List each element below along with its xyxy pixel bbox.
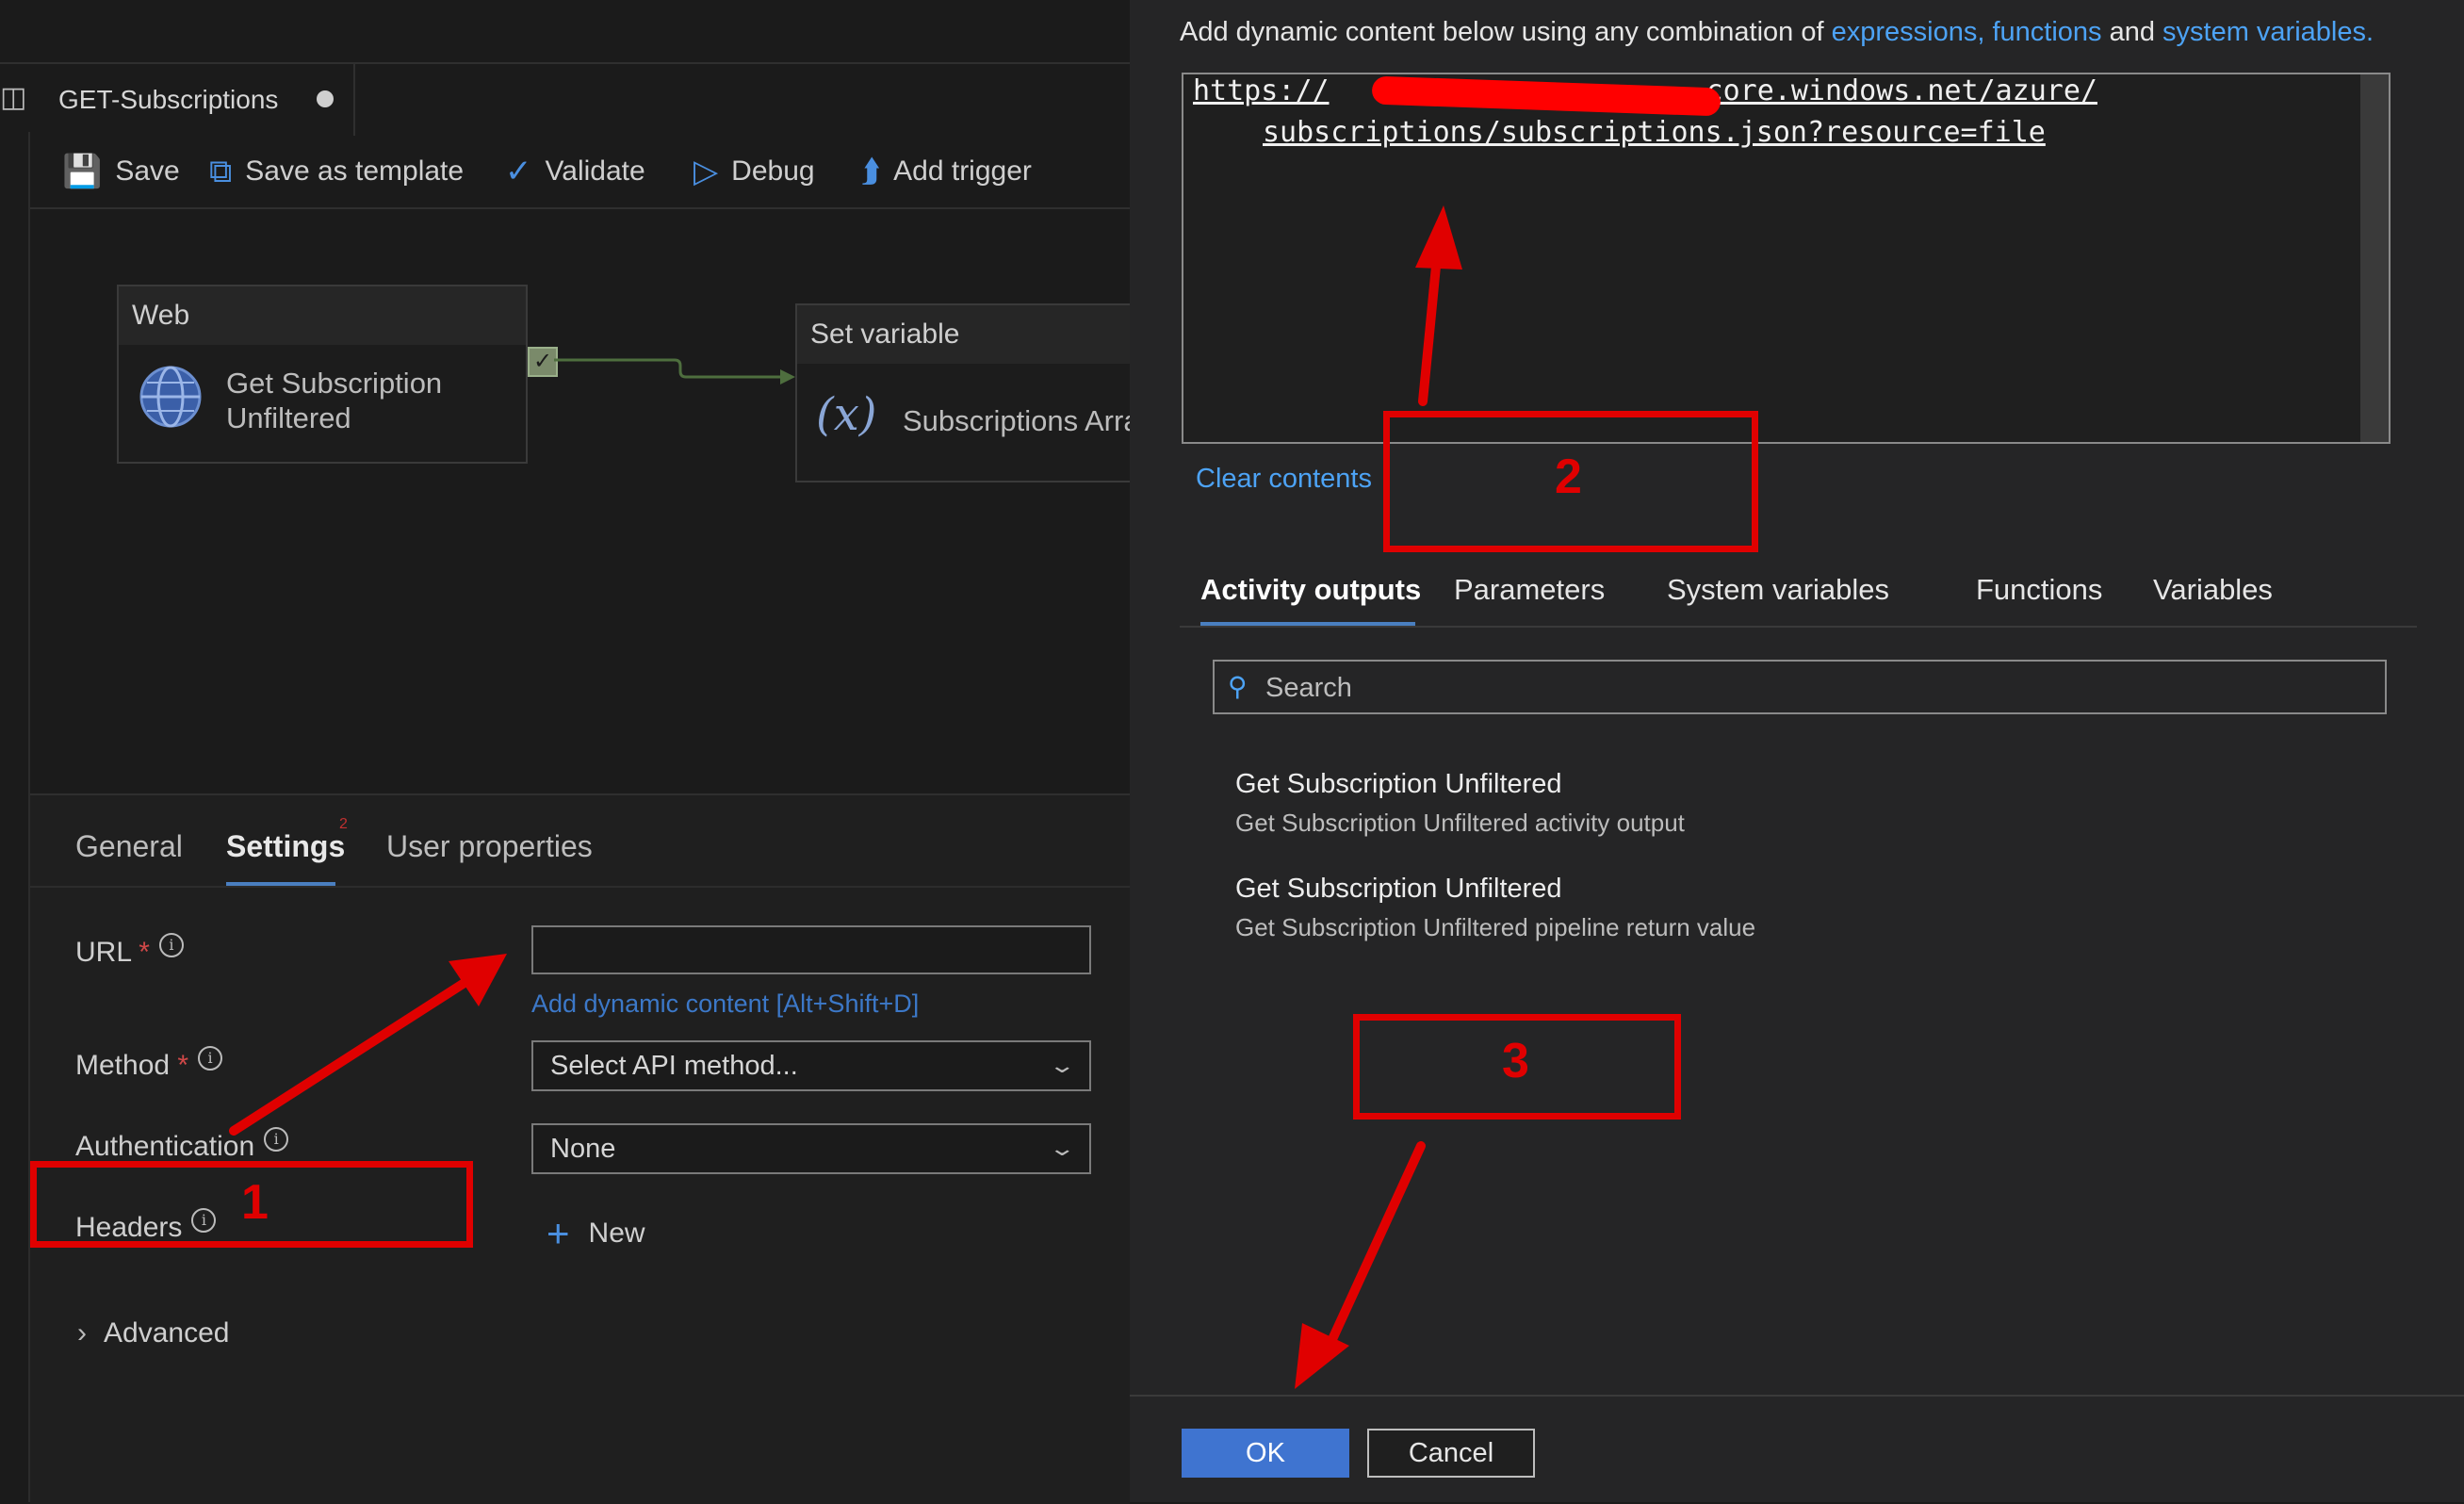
authentication-dropdown-value: None <box>550 1133 616 1164</box>
pipeline-editor-pane: ◫ GET-Subscriptions 💾 Save ⧉ Save as tem… <box>0 0 1140 1504</box>
tabs-divider <box>30 886 1130 888</box>
method-dropdown[interactable]: Select API method... ⌄ <box>531 1040 1091 1091</box>
web-activity-name: Get Subscription Unfiltered <box>226 366 442 435</box>
authentication-label-text: Authentication <box>75 1131 255 1162</box>
chevron-down-icon: ⌄ <box>1048 1054 1076 1077</box>
pipeline-toolbar: 💾 Save ⧉ Save as template ✓ Validate ▷ D… <box>28 136 1130 209</box>
annotation-number-1: 1 <box>241 1175 269 1230</box>
url-host-suffix-text: .core.windows.net/azure/ <box>1689 74 2097 107</box>
add-trigger-label: Add trigger <box>893 155 1032 187</box>
advanced-expander[interactable]: › Advanced <box>77 1317 229 1349</box>
url-prefix-text: https:// <box>1193 74 1330 107</box>
tab-functions[interactable]: Functions <box>1976 573 2102 607</box>
add-trigger-button[interactable]: ⮭ Add trigger <box>861 149 1032 194</box>
authentication-dropdown[interactable]: None ⌄ <box>531 1123 1091 1174</box>
save-as-template-button[interactable]: ⧉ Save as template <box>209 149 464 194</box>
settings-error-badge: 2 <box>339 816 348 832</box>
active-tab-indicator <box>226 882 335 886</box>
pipeline-icon: ◫ <box>0 82 27 113</box>
activity-output-item-title[interactable]: Get Subscription Unfiltered <box>1235 874 1562 905</box>
dialog-footer-divider <box>1130 1395 2464 1397</box>
debug-button[interactable]: ▷ Debug <box>694 149 815 194</box>
validate-button[interactable]: ✓ Validate <box>505 149 645 194</box>
intro-prefix: Add dynamic content below using any comb… <box>1180 17 1832 47</box>
validate-label: Validate <box>545 155 645 187</box>
url-input[interactable] <box>531 925 1091 974</box>
web-activity-type: Web <box>119 286 526 345</box>
pipeline-tab-label: GET-Subscriptions <box>58 85 279 114</box>
cancel-button[interactable]: Cancel <box>1367 1429 1535 1478</box>
dynamic-content-dialog: Add dynamic content below using any comb… <box>1130 0 2464 1502</box>
method-label-text: Method <box>75 1050 171 1081</box>
method-label: Method * i <box>75 1046 223 1082</box>
system-variables-link[interactable]: system variables. <box>2162 17 2374 47</box>
annotation-number-3: 3 <box>1502 1034 1529 1088</box>
play-icon: ▷ <box>694 154 719 189</box>
annotation-number-2: 2 <box>1555 450 1582 504</box>
expressions-functions-link[interactable]: expressions, functions <box>1832 17 2102 47</box>
chevron-right-icon: › <box>77 1317 87 1349</box>
new-header-label: New <box>588 1218 645 1249</box>
new-header-button[interactable]: + New <box>547 1211 645 1255</box>
clear-contents-link[interactable]: Clear contents <box>1196 464 1372 495</box>
save-label: Save <box>115 155 180 187</box>
url-label-text: URL <box>75 937 131 968</box>
method-dropdown-value: Select API method... <box>550 1050 798 1081</box>
required-asterisk: * <box>139 937 150 968</box>
tab-system-variables[interactable]: System variables <box>1667 573 1889 607</box>
save-icon: 💾 <box>62 154 103 189</box>
info-icon[interactable]: i <box>158 933 184 957</box>
variable-x-icon: (x) <box>816 388 877 441</box>
editor-scrollbar[interactable] <box>2360 74 2389 442</box>
authentication-label: Authentication i <box>75 1127 289 1163</box>
debug-label: Debug <box>731 155 815 187</box>
tab-parameters[interactable]: Parameters <box>1454 573 1605 607</box>
save-button[interactable]: 💾 Save <box>62 149 180 194</box>
web-activity-node[interactable]: Web Get Subscription Unfiltered <box>117 285 528 464</box>
tab-settings[interactable]: Settings <box>226 829 345 864</box>
activity-output-item-subtitle: Get Subscription Unfiltered pipeline ret… <box>1235 913 1756 941</box>
ok-button[interactable]: OK <box>1182 1429 1349 1478</box>
activity-output-item-title[interactable]: Get Subscription Unfiltered <box>1235 769 1562 800</box>
tab-activity-outputs[interactable]: Activity outputs <box>1200 573 1421 607</box>
save-as-template-label: Save as template <box>245 155 465 187</box>
search-input[interactable]: ⚲ Search <box>1213 660 2387 714</box>
chevron-down-icon: ⌄ <box>1048 1136 1076 1160</box>
intro-and: and <box>2101 17 2163 47</box>
tab-general[interactable]: General <box>75 829 183 864</box>
required-asterisk: * <box>177 1050 189 1081</box>
connector-arrow <box>554 358 795 384</box>
web-activity-name-line2: Unfiltered <box>226 401 351 434</box>
active-dialog-tab-indicator <box>1200 622 1415 626</box>
advanced-label: Advanced <box>104 1317 230 1349</box>
dialog-intro-text: Add dynamic content below using any comb… <box>1180 17 2374 48</box>
unsaved-indicator-dot <box>317 90 334 107</box>
activity-settings-panel: General Settings 2 User properties URL *… <box>30 793 1130 1504</box>
add-dynamic-content-link[interactable]: Add dynamic content [Alt+Shift+D] <box>531 989 919 1019</box>
checkmark-icon: ✓ <box>505 154 532 189</box>
tab-user-properties[interactable]: User properties <box>386 829 593 864</box>
left-pane-edge <box>28 132 30 1502</box>
expression-line-2: subscriptions/subscriptions.json?resourc… <box>1263 116 2046 149</box>
set-variable-node[interactable]: Set variable (x) Subscriptions Arra <box>795 303 1140 482</box>
expression-editor[interactable]: https:// .core.windows.net/azure/ subscri… <box>1182 73 2391 444</box>
set-variable-name: Subscriptions Arra <box>903 404 1140 437</box>
plus-icon: + <box>547 1211 570 1255</box>
template-icon: ⧉ <box>209 153 233 189</box>
web-activity-name-line1: Get Subscription <box>226 367 443 400</box>
globe-icon <box>139 366 202 428</box>
tab-variables[interactable]: Variables <box>2153 573 2273 607</box>
set-variable-type: Set variable <box>797 305 1136 364</box>
info-icon[interactable]: i <box>198 1046 223 1071</box>
dialog-tabs-divider <box>1180 626 2417 628</box>
url-label: URL * i <box>75 933 184 969</box>
activity-output-item-subtitle: Get Subscription Unfiltered activity out… <box>1235 809 1685 837</box>
lightning-icon: ⮭ <box>861 153 881 189</box>
search-icon: ⚲ <box>1228 672 1248 701</box>
search-placeholder: Search <box>1265 673 1352 703</box>
info-icon[interactable]: i <box>264 1127 289 1152</box>
tab-pipeline[interactable]: ◫ GET-Subscriptions <box>0 64 355 136</box>
